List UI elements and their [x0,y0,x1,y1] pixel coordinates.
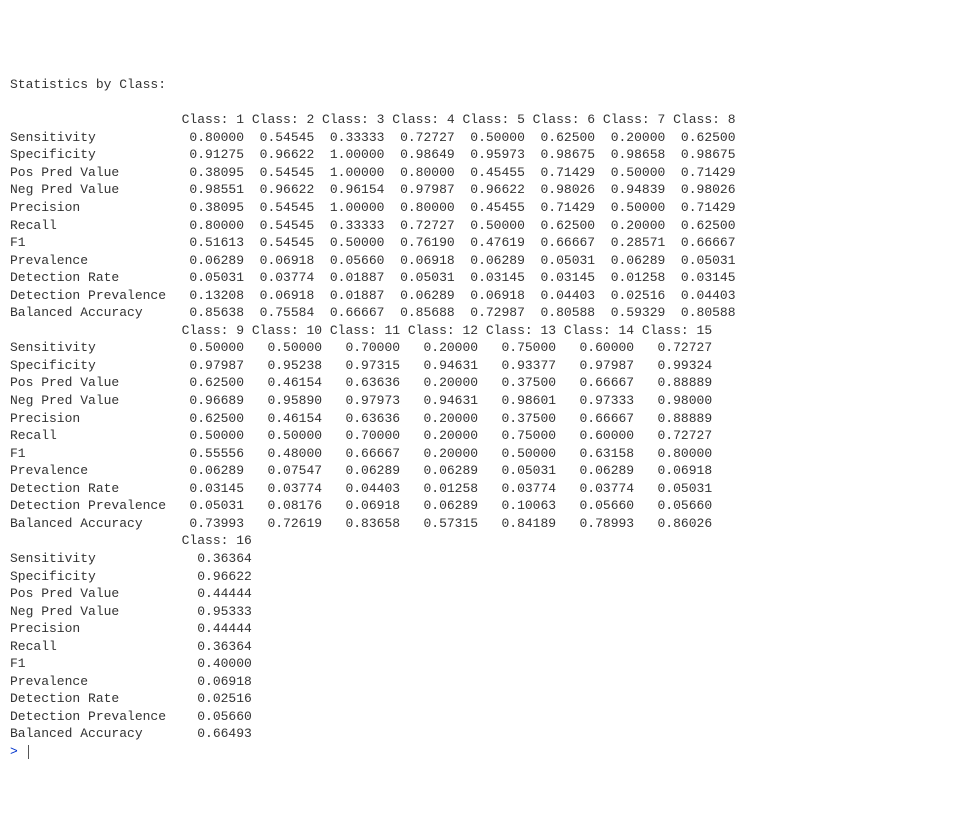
console-output: Class: 1 Class: 2 Class: 3 Class: 4 Clas… [10,112,736,741]
cursor [28,745,29,759]
console-prompt[interactable]: > [10,744,18,759]
console-title: Statistics by Class: [10,77,166,92]
